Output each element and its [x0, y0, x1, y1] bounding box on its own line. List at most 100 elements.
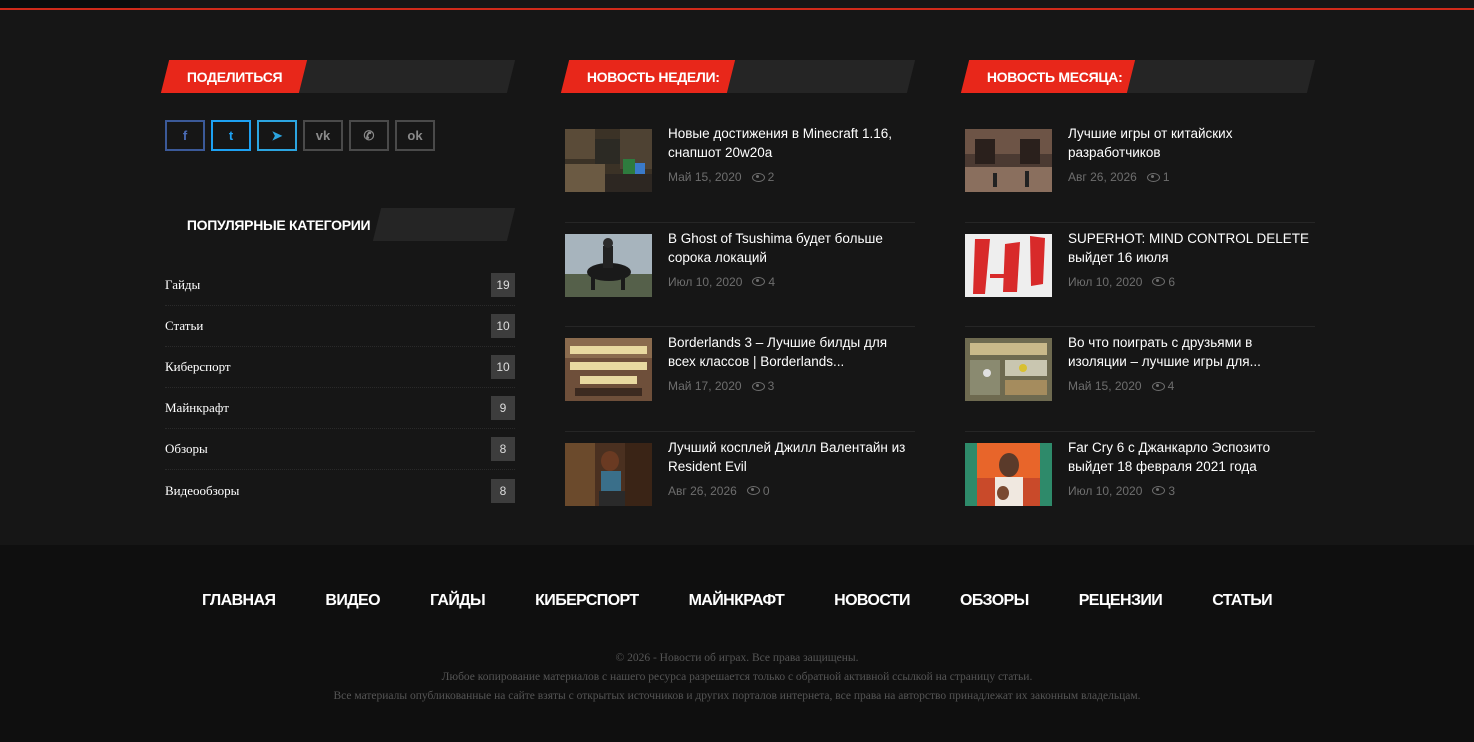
news-thumbnail[interactable] [565, 233, 652, 297]
vk-icon: vk [315, 128, 331, 143]
odnoklassniki-share-button[interactable]: ok [395, 120, 435, 151]
category-count: 10 [491, 314, 515, 338]
news-title[interactable]: Лучшие игры от китайских разработчиков [1068, 124, 1313, 162]
footer-nav-guides[interactable]: ГАЙДЫ [430, 592, 486, 610]
news-week-heading: НОВОСТЬ НЕДЕЛИ: [560, 60, 916, 93]
news-meta: Май 17, 2020 3 [668, 379, 774, 393]
news-views: 3 [767, 379, 775, 393]
site-footer: ГЛАВНАЯ ВИДЕО ГАЙДЫ КИБЕРСПОРТ МАЙНКРАФТ… [0, 545, 1474, 742]
share-heading: ПОДЕЛИТЬСЯ [160, 60, 516, 93]
news-title[interactable]: Borderlands 3 – Лучшие билды для всех кл… [668, 333, 913, 371]
rights-notice-text: Все материалы опубликованные на сайте вз… [333, 690, 1141, 702]
news-views: 4 [1167, 379, 1175, 393]
news-title[interactable]: В Ghost of Tsushima будет больше сорока … [668, 229, 913, 267]
facebook-share-button[interactable]: f [165, 120, 205, 151]
category-count: 8 [491, 478, 515, 503]
news-item[interactable]: SUPERHOT: MIND CONTROL DELETE выйдет 16 … [965, 223, 1315, 327]
news-meta: Май 15, 2020 4 [1068, 379, 1174, 393]
odnoklassniki-icon: ok [407, 128, 423, 143]
news-week-heading-label: НОВОСТЬ НЕДЕЛИ: [587, 68, 720, 85]
footer-nav-home[interactable]: ГЛАВНАЯ [202, 592, 276, 610]
news-item[interactable]: Лучший косплей Джилл Валентайн из Reside… [565, 432, 915, 537]
categories-list: Гайды 19 Статьи 10 Киберспорт 10 Майнкрафт 9… [165, 265, 515, 511]
news-views: 4 [768, 274, 776, 289]
news-meta: Июл 10, 2020 4 [668, 275, 775, 289]
eye-icon [751, 172, 765, 182]
news-meta: Авг 26, 2026 0 [668, 484, 770, 498]
footer-nav-esports[interactable]: КИБЕРСПОРТ [535, 592, 639, 610]
category-item[interactable]: Киберспорт 10 [165, 347, 515, 388]
news-item[interactable]: Новые достижения в Minecraft 1.16, снапш… [565, 118, 915, 223]
news-date: Авг 26, 2026 [668, 483, 737, 498]
category-item[interactable]: Статьи 10 [165, 306, 515, 347]
eye-icon [1152, 486, 1166, 495]
widgets-area: ПОДЕЛИТЬСЯ f t ➤ vk ✆ ok ПОПУЛЯРНЫЕ КАТЕ… [0, 10, 1474, 545]
news-meta: Май 15, 2020 2 [668, 170, 774, 184]
news-thumbnail[interactable] [965, 129, 1052, 192]
news-title[interactable]: SUPERHOT: MIND CONTROL DELETE выйдет 16 … [1068, 229, 1313, 267]
category-item[interactable]: Майнкрафт 9 [165, 388, 515, 429]
news-title[interactable]: Лучший косплей Джилл Валентайн из Reside… [668, 438, 913, 476]
footer-nav-articles[interactable]: СТАТЬИ [1212, 592, 1272, 610]
news-date: Май 15, 2020 [1068, 379, 1142, 393]
news-item[interactable]: Far Cry 6 с Джанкарло Эспозито выйдет 18… [965, 432, 1315, 537]
news-meta: Авг 26, 2026 1 [1068, 170, 1170, 184]
eye-icon [1146, 172, 1160, 182]
news-week-list: Новые достижения в Minecraft 1.16, снапш… [565, 118, 915, 536]
heading-stripe [372, 208, 516, 241]
news-thumbnail[interactable] [965, 233, 1052, 297]
footer-nav-reviews[interactable]: ОБЗОРЫ [960, 592, 1029, 610]
news-title[interactable]: Во что поиграть с друзьями в изоляции – … [1068, 333, 1313, 371]
eye-icon [746, 486, 760, 495]
news-views: 6 [1168, 274, 1176, 289]
telegram-share-button[interactable]: ➤ [257, 120, 297, 151]
share-categories-column: ПОДЕЛИТЬСЯ f t ➤ vk ✆ ok ПОПУЛЯРНЫЕ КАТЕ… [160, 60, 516, 503]
news-title[interactable]: Новые достижения в Minecraft 1.16, снапш… [668, 124, 913, 162]
news-of-month-column: НОВОСТЬ МЕСЯЦА: Лучшие игры от китайских… [960, 60, 1316, 506]
news-views: 0 [762, 483, 770, 498]
footer-nav-video[interactable]: ВИДЕО [325, 592, 380, 610]
share-heading-label: ПОДЕЛИТЬСЯ [187, 68, 283, 85]
news-item[interactable]: Borderlands 3 – Лучшие билды для всех кл… [565, 327, 915, 432]
twitter-share-button[interactable]: t [211, 120, 251, 151]
heading-stripe [726, 60, 916, 93]
news-item[interactable]: В Ghost of Tsushima будет больше сорока … [565, 223, 915, 327]
news-date: Авг 26, 2026 [1068, 170, 1137, 184]
news-views: 3 [1168, 483, 1176, 498]
news-item[interactable]: Во что поиграть с друзьями в изоляции – … [965, 327, 1315, 432]
footer-nav-news[interactable]: НОВОСТИ [834, 592, 910, 610]
news-meta: Июл 10, 2020 6 [1068, 275, 1175, 289]
footer-nav-minecraft[interactable]: МАЙНКРАФТ [689, 592, 785, 610]
viber-share-button[interactable]: ✆ [349, 120, 389, 151]
top-bar-block [0, 0, 140, 8]
footer-nav: ГЛАВНАЯ ВИДЕО ГАЙДЫ КИБЕРСПОРТ МАЙНКРАФТ… [0, 592, 1474, 610]
category-item[interactable]: Гайды 19 [165, 265, 515, 306]
news-item[interactable]: Лучшие игры от китайских разработчиков А… [965, 118, 1315, 223]
footer-nav-critiques[interactable]: РЕЦЕНЗИИ [1079, 592, 1163, 610]
eye-icon [752, 277, 766, 286]
news-of-week-column: НОВОСТЬ НЕДЕЛИ: Новые достижения в Minec… [560, 60, 916, 506]
categories-heading: ПОПУЛЯРНЫЕ КАТЕГОРИИ [165, 208, 516, 241]
news-title[interactable]: Far Cry 6 с Джанкарло Эспозито выйдет 18… [1068, 438, 1313, 476]
category-item[interactable]: Видеообзоры 8 [165, 470, 515, 511]
news-thumbnail[interactable] [965, 442, 1052, 506]
category-count: 8 [491, 437, 515, 461]
news-thumbnail[interactable] [565, 129, 652, 192]
telegram-icon: ➤ [271, 127, 283, 143]
copy-notice-text: Любое копирование материалов с нашего ре… [441, 671, 1033, 683]
category-item[interactable]: Обзоры 8 [165, 429, 515, 470]
footer-copyright: © 2026 - Новости об играх. Все права защ… [0, 649, 1474, 706]
top-accent-bar [0, 0, 1474, 10]
eye-icon [1152, 277, 1166, 286]
vk-share-button[interactable]: vk [303, 120, 343, 151]
share-buttons: f t ➤ vk ✆ ok [165, 120, 435, 151]
news-thumbnail[interactable] [965, 338, 1052, 401]
news-month-list: Лучшие игры от китайских разработчиков А… [965, 118, 1315, 536]
news-date: Май 15, 2020 [668, 170, 742, 184]
news-thumbnail[interactable] [565, 442, 652, 506]
news-month-heading-label: НОВОСТЬ МЕСЯЦА: [987, 68, 1123, 85]
eye-icon [751, 381, 765, 391]
news-thumbnail[interactable] [565, 338, 652, 401]
news-date: Июл 10, 2020 [668, 274, 743, 289]
categories-heading-label: ПОПУЛЯРНЫЕ КАТЕГОРИИ [187, 216, 371, 233]
